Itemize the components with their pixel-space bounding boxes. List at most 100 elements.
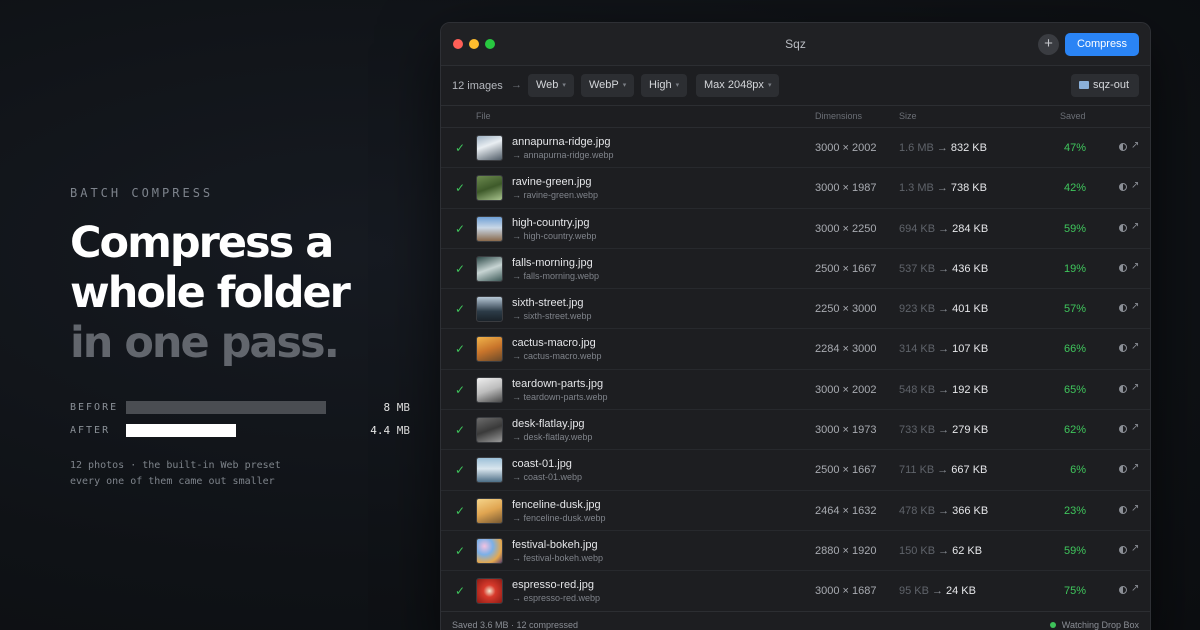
open-external-icon[interactable]: ↗ xyxy=(1131,341,1139,352)
image-count: 12 images xyxy=(452,80,503,92)
status-bar: Saved 3.6 MB · 12 compressed Watching Dr… xyxy=(441,611,1150,630)
size-before: 95 KB xyxy=(899,585,929,598)
toolbar: 12 images → Web ▾ WebP ▾ High ▾ Max 2048px ▾… xyxy=(441,66,1150,106)
table-row[interactable]: ✓ sixth-street.jpg → sixth-street.webp 2250… xyxy=(441,289,1150,330)
open-external-icon[interactable]: ↗ xyxy=(1131,583,1139,594)
check-icon: ✓ xyxy=(455,584,466,599)
size-before: 314 KB xyxy=(899,343,936,356)
max-size-select[interactable]: Max 2048px ▾ xyxy=(696,74,780,97)
open-external-icon[interactable]: ↗ xyxy=(1131,140,1139,151)
headline: Compress a whole folder in one pass. xyxy=(70,218,410,368)
add-images-button[interactable]: + xyxy=(1038,34,1059,55)
image-dimensions: 3000 × 1973 xyxy=(815,424,877,437)
file-sizes: 694 KB → 284 KB xyxy=(899,223,988,235)
saved-percent: 75% xyxy=(1063,585,1086,598)
title-bar: Sqz + Compress xyxy=(441,23,1150,66)
output-folder-name: sqz-out xyxy=(1093,79,1130,91)
watch-status-label: Watching Drop Box xyxy=(1061,620,1139,630)
compare-icon[interactable] xyxy=(1119,384,1127,393)
preset-select[interactable]: Web ▾ xyxy=(528,74,574,97)
arrow-right-icon: → xyxy=(938,222,950,235)
compress-button[interactable]: Compress xyxy=(1065,33,1139,56)
size-before: 694 KB xyxy=(899,222,936,235)
table-row[interactable]: ✓ cactus-macro.jpg → cactus-macro.webp 2284… xyxy=(441,329,1150,370)
thumbnail-image xyxy=(476,296,503,323)
open-external-icon[interactable]: ↗ xyxy=(1131,503,1139,514)
compare-icon[interactable] xyxy=(1119,183,1127,192)
saved-percent: 42% xyxy=(1063,182,1086,195)
table-row[interactable]: ✓ espresso-red.jpg → espresso-red.webp 3000… xyxy=(441,571,1150,612)
column-header-dimensions[interactable]: Dimensions xyxy=(815,111,862,121)
watch-status: Watching Drop Box xyxy=(1049,620,1139,630)
format-select[interactable]: WebP ▾ xyxy=(581,74,635,97)
thumbnail-image xyxy=(476,417,503,444)
before-row: BEFORE 8 MB xyxy=(70,396,410,419)
headline-line-3: in one pass. xyxy=(70,318,340,368)
size-before: 923 KB xyxy=(899,303,936,316)
app-window: Sqz + Compress 12 images → Web ▾ WebP ▾ Hi… xyxy=(440,22,1151,630)
saved-percent: 47% xyxy=(1063,142,1086,154)
saved-percent: 62% xyxy=(1063,424,1086,437)
compare-icon[interactable] xyxy=(1119,263,1127,272)
open-external-icon[interactable]: ↗ xyxy=(1131,180,1139,191)
saved-percent: 57% xyxy=(1063,303,1086,316)
compare-icon[interactable] xyxy=(1119,143,1127,151)
compare-icon[interactable] xyxy=(1119,586,1127,595)
table-row[interactable]: ✓ ravine-green.jpg → ravine-green.webp 3000… xyxy=(441,168,1150,209)
image-dimensions: 3000 × 1687 xyxy=(815,585,877,598)
image-dimensions: 3000 × 2002 xyxy=(815,142,877,154)
check-icon: ✓ xyxy=(455,302,466,317)
table-row[interactable]: ✓ falls-morning.jpg → falls-morning.webp 25… xyxy=(441,249,1150,290)
file-sizes: 478 KB → 366 KB xyxy=(899,505,988,517)
saved-percent: 59% xyxy=(1063,222,1086,235)
before-bar-fill xyxy=(126,401,326,414)
size-after: 62 KB xyxy=(952,544,983,557)
output-file-name: → coast-01.webp xyxy=(512,472,583,483)
output-file-name: → teardown-parts.webp xyxy=(512,391,608,402)
open-external-icon[interactable]: ↗ xyxy=(1131,543,1139,554)
compare-icon[interactable] xyxy=(1119,425,1127,434)
open-external-icon[interactable]: ↗ xyxy=(1131,462,1139,473)
compare-icon[interactable] xyxy=(1119,505,1127,514)
chevron-down-icon: ▾ xyxy=(767,82,772,89)
size-after: 832 KB xyxy=(950,142,987,154)
table-row[interactable]: ✓ fenceline-dusk.jpg → fenceline-dusk.webp… xyxy=(441,491,1150,531)
table-row[interactable]: ✓ festival-bokeh.jpg → festival-bokeh.webp… xyxy=(441,531,1150,572)
open-external-icon[interactable]: ↗ xyxy=(1131,261,1139,272)
compare-icon[interactable] xyxy=(1119,223,1127,232)
output-folder-button[interactable]: sqz-out xyxy=(1071,74,1139,97)
table-row[interactable]: ✓ annapurna-ridge.jpg → annapurna-ridge.we… xyxy=(441,128,1150,169)
compare-icon[interactable] xyxy=(1119,465,1127,474)
table-row[interactable]: ✓ desk-flatlay.jpg → desk-flatlay.webp 3000… xyxy=(441,410,1150,451)
output-file-name: → desk-flatlay.webp xyxy=(512,432,593,443)
thumbnail-image xyxy=(476,578,503,605)
file-sizes: 1.6 MB → 832 KB xyxy=(899,142,987,154)
compare-icon[interactable] xyxy=(1119,344,1127,353)
thumbnail-image xyxy=(476,497,503,524)
table-row[interactable]: ✓ coast-01.jpg → coast-01.webp 2500 × 1667 7… xyxy=(441,450,1150,491)
file-name: sixth-street.jpg xyxy=(512,297,584,310)
before-value: 8 MB xyxy=(383,401,411,414)
column-header-saved[interactable]: Saved xyxy=(1060,111,1086,121)
check-icon: ✓ xyxy=(455,463,466,478)
open-external-icon[interactable]: ↗ xyxy=(1131,301,1139,312)
compare-icon[interactable] xyxy=(1119,545,1127,554)
arrow-right-icon: → xyxy=(937,464,949,477)
after-bar-fill xyxy=(126,424,236,437)
file-name: ravine-green.jpg xyxy=(512,176,592,189)
column-header-file[interactable]: File xyxy=(476,111,491,121)
column-header-size[interactable]: Size xyxy=(899,111,917,121)
table-row[interactable]: ✓ high-country.jpg → high-country.webp 3000… xyxy=(441,209,1150,249)
arrow-right-icon: → xyxy=(511,79,522,91)
table-row[interactable]: ✓ teardown-parts.jpg → teardown-parts.webp… xyxy=(441,370,1150,411)
open-external-icon[interactable]: ↗ xyxy=(1131,422,1139,433)
saved-percent: 66% xyxy=(1063,343,1086,356)
open-external-icon[interactable]: ↗ xyxy=(1131,221,1139,232)
size-after: 436 KB xyxy=(952,262,989,275)
arrow-right-icon: → xyxy=(931,585,943,598)
thumbnail-image xyxy=(476,175,503,202)
thumbnail-image xyxy=(476,135,503,161)
open-external-icon[interactable]: ↗ xyxy=(1131,382,1139,393)
quality-select[interactable]: High ▾ xyxy=(641,74,688,97)
compare-icon[interactable] xyxy=(1119,304,1127,313)
